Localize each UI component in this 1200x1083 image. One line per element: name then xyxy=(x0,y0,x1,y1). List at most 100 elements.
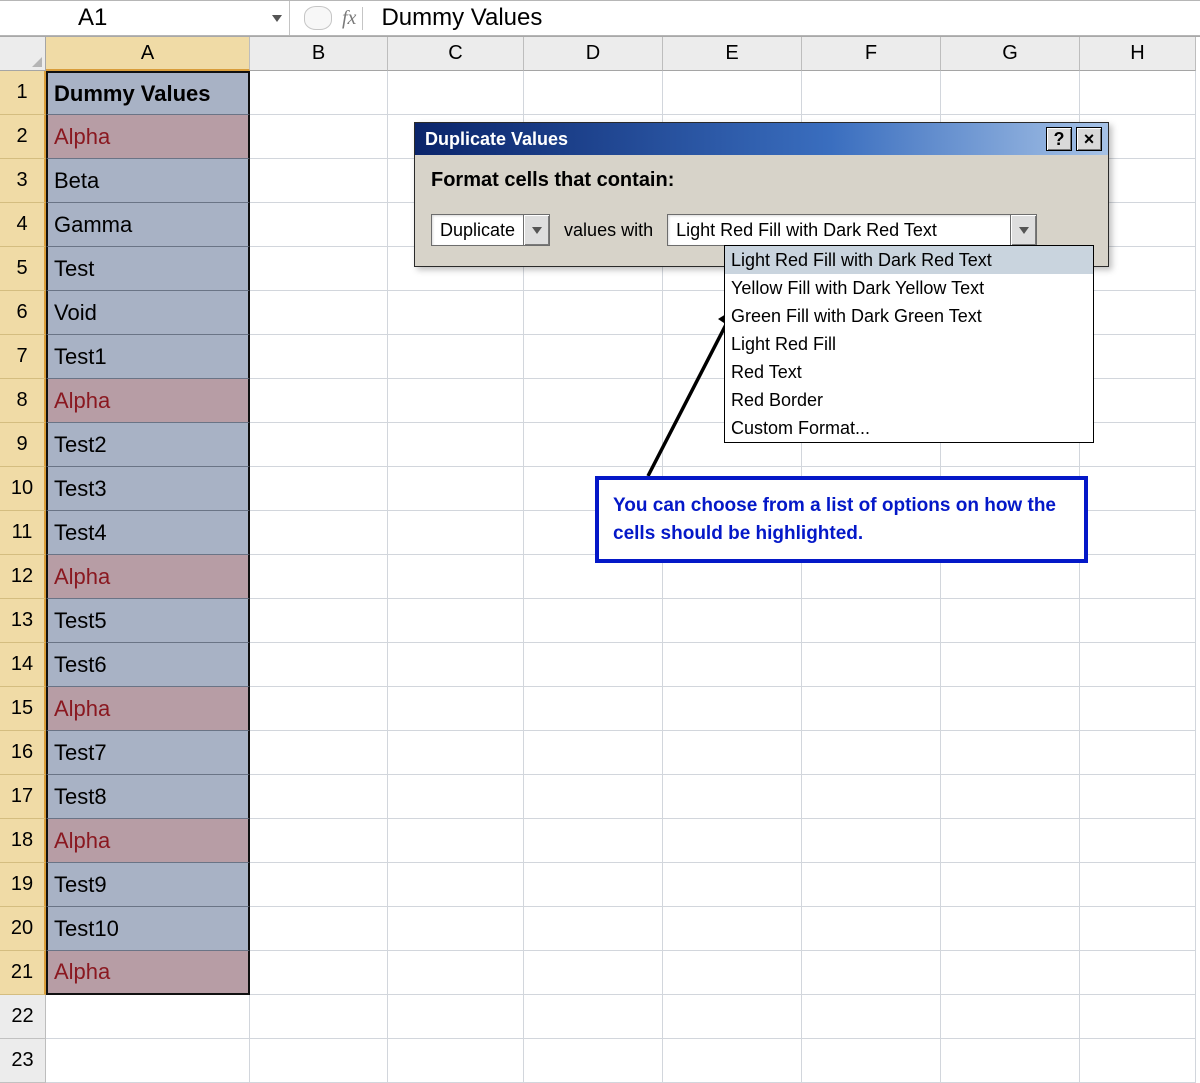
cell[interactable] xyxy=(524,819,663,863)
cell[interactable] xyxy=(388,423,524,467)
format-option[interactable]: Custom Format... xyxy=(725,414,1093,442)
cell[interactable] xyxy=(388,379,524,423)
cell[interactable] xyxy=(1080,291,1196,335)
cell[interactable] xyxy=(250,159,388,203)
cell[interactable] xyxy=(388,951,524,995)
cell[interactable] xyxy=(388,291,524,335)
cell[interactable] xyxy=(250,203,388,247)
cell[interactable] xyxy=(388,511,524,555)
cell[interactable] xyxy=(250,599,388,643)
cell[interactable] xyxy=(524,335,663,379)
cell[interactable] xyxy=(802,775,941,819)
row-header[interactable]: 2 xyxy=(0,115,46,159)
cell[interactable] xyxy=(941,863,1080,907)
cell[interactable] xyxy=(941,599,1080,643)
cell[interactable] xyxy=(1080,863,1196,907)
cell[interactable] xyxy=(388,599,524,643)
row-header[interactable]: 9 xyxy=(0,423,46,467)
cell-A9[interactable]: Test2 xyxy=(46,423,250,467)
cell[interactable] xyxy=(941,71,1080,115)
cell-A5[interactable]: Test xyxy=(46,247,250,291)
column-header-C[interactable]: C xyxy=(388,37,524,71)
column-header-G[interactable]: G xyxy=(941,37,1080,71)
chevron-down-icon[interactable] xyxy=(1010,215,1036,245)
cell-A8[interactable]: Alpha xyxy=(46,379,250,423)
formula-input[interactable]: Dummy Values xyxy=(381,4,542,32)
cell[interactable] xyxy=(663,71,802,115)
cell-A18[interactable]: Alpha xyxy=(46,819,250,863)
cell-A16[interactable]: Test7 xyxy=(46,731,250,775)
cell[interactable] xyxy=(524,951,663,995)
chevron-down-icon[interactable] xyxy=(523,215,549,245)
cell[interactable] xyxy=(388,1039,524,1083)
cell[interactable] xyxy=(250,335,388,379)
format-option[interactable]: Light Red Fill xyxy=(725,330,1093,358)
cell-A23[interactable] xyxy=(46,1039,250,1083)
fx-icon[interactable]: fx xyxy=(342,7,363,30)
cell[interactable] xyxy=(524,687,663,731)
close-button[interactable]: × xyxy=(1076,127,1102,151)
cell[interactable] xyxy=(250,291,388,335)
cell[interactable] xyxy=(388,467,524,511)
cell[interactable] xyxy=(1080,775,1196,819)
cell[interactable] xyxy=(524,907,663,951)
cell-A19[interactable]: Test9 xyxy=(46,863,250,907)
cell[interactable] xyxy=(524,775,663,819)
cell-A13[interactable]: Test5 xyxy=(46,599,250,643)
cell[interactable] xyxy=(663,775,802,819)
column-header-H[interactable]: H xyxy=(1080,37,1196,71)
cell[interactable] xyxy=(250,511,388,555)
cell[interactable] xyxy=(388,775,524,819)
cell[interactable] xyxy=(941,819,1080,863)
cell[interactable] xyxy=(388,819,524,863)
cell[interactable] xyxy=(1080,379,1196,423)
cell[interactable] xyxy=(1080,951,1196,995)
cell[interactable] xyxy=(663,1039,802,1083)
row-header[interactable]: 22 xyxy=(0,995,46,1039)
cell[interactable] xyxy=(941,643,1080,687)
cell[interactable] xyxy=(802,731,941,775)
cell[interactable] xyxy=(802,1039,941,1083)
cell-A21[interactable]: Alpha xyxy=(46,951,250,995)
row-header[interactable]: 7 xyxy=(0,335,46,379)
row-header[interactable]: 5 xyxy=(0,247,46,291)
cell[interactable] xyxy=(250,247,388,291)
row-header[interactable]: 3 xyxy=(0,159,46,203)
column-header-F[interactable]: F xyxy=(802,37,941,71)
row-header[interactable]: 6 xyxy=(0,291,46,335)
cell[interactable] xyxy=(941,775,1080,819)
cell[interactable] xyxy=(802,71,941,115)
row-header[interactable]: 15 xyxy=(0,687,46,731)
cell[interactable] xyxy=(663,643,802,687)
cell[interactable] xyxy=(250,731,388,775)
cell[interactable] xyxy=(250,423,388,467)
name-box-wrap[interactable]: A1 xyxy=(0,1,290,35)
cell[interactable] xyxy=(663,863,802,907)
cell[interactable] xyxy=(941,687,1080,731)
cell-A12[interactable]: Alpha xyxy=(46,555,250,599)
cell[interactable] xyxy=(941,995,1080,1039)
cell[interactable] xyxy=(388,731,524,775)
cell[interactable] xyxy=(250,643,388,687)
cell[interactable] xyxy=(1080,423,1196,467)
row-header[interactable]: 4 xyxy=(0,203,46,247)
cell[interactable] xyxy=(1080,467,1196,511)
row-header[interactable]: 21 xyxy=(0,951,46,995)
cell[interactable] xyxy=(524,1039,663,1083)
cell[interactable] xyxy=(802,863,941,907)
row-header[interactable]: 17 xyxy=(0,775,46,819)
cell[interactable] xyxy=(1080,1039,1196,1083)
format-option[interactable]: Green Fill with Dark Green Text xyxy=(725,302,1093,330)
row-header[interactable]: 14 xyxy=(0,643,46,687)
cell[interactable] xyxy=(250,775,388,819)
cell[interactable] xyxy=(524,643,663,687)
cell[interactable] xyxy=(524,599,663,643)
cell[interactable] xyxy=(524,731,663,775)
cell[interactable] xyxy=(1080,995,1196,1039)
cell[interactable] xyxy=(388,863,524,907)
cell[interactable] xyxy=(388,335,524,379)
cell[interactable] xyxy=(663,731,802,775)
cell[interactable] xyxy=(663,599,802,643)
cell[interactable] xyxy=(663,687,802,731)
cell[interactable] xyxy=(524,379,663,423)
